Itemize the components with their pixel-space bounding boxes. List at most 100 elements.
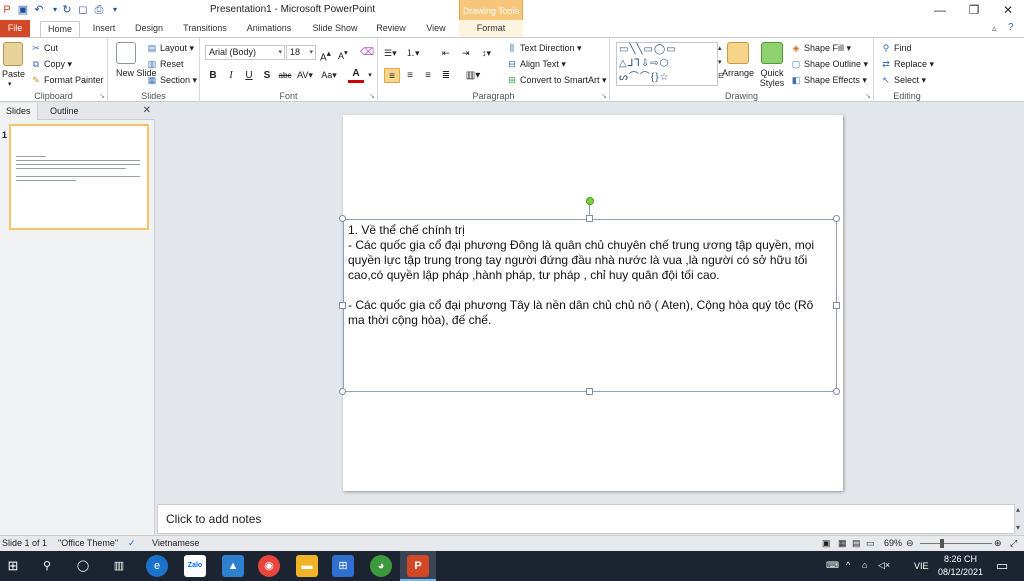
- reading-view-icon[interactable]: ▤: [852, 538, 861, 549]
- task-view-icon[interactable]: ◯: [72, 555, 94, 577]
- clipboard-launcher-icon[interactable]: ↘: [99, 92, 105, 100]
- spellcheck-icon[interactable]: ✓: [128, 538, 136, 549]
- close-icon[interactable]: ✕: [143, 105, 151, 116]
- bullets-icon[interactable]: ☰▾: [384, 46, 397, 60]
- chevron-up-icon[interactable]: ^: [846, 560, 850, 570]
- edge-browser-icon[interactable]: e: [146, 555, 168, 577]
- customize-qat-icon[interactable]: ▾: [108, 3, 122, 17]
- store-icon[interactable]: ⊞: [332, 555, 354, 577]
- zalo-icon[interactable]: Zalo: [184, 555, 206, 577]
- underline-icon[interactable]: U: [241, 68, 257, 83]
- language-status[interactable]: Vietnamese: [152, 538, 199, 548]
- rotation-handle[interactable]: [586, 197, 594, 205]
- cut-button[interactable]: ✂ Cut: [30, 41, 58, 55]
- tab-slide-show[interactable]: Slide Show: [305, 20, 365, 37]
- new-file-icon[interactable]: ◻: [76, 3, 90, 17]
- quick-styles-button[interactable]: Quick Styles: [758, 68, 786, 88]
- keyboard-icon[interactable]: ⌨: [826, 560, 839, 571]
- shape-fill-button[interactable]: ◈ Shape Fill ▾: [790, 41, 852, 55]
- resize-handle-bottom-right[interactable]: [833, 388, 840, 395]
- gallery-scroll-up-icon[interactable]: ▴: [718, 42, 722, 56]
- format-painter-button[interactable]: ✎ Format Painter: [30, 73, 103, 87]
- scroll-up-icon[interactable]: ▴: [1016, 505, 1020, 514]
- align-text-button[interactable]: ⊟ Align Text ▾: [506, 57, 566, 71]
- tab-animations[interactable]: Animations: [240, 20, 298, 37]
- notes-pane[interactable]: Click to add notes: [157, 504, 1015, 534]
- restore-icon[interactable]: ❐: [962, 2, 986, 18]
- notifications-icon[interactable]: ▭: [996, 558, 1008, 574]
- justify-icon[interactable]: ≣: [438, 68, 454, 83]
- italic-icon[interactable]: I: [223, 68, 239, 83]
- clock-time[interactable]: 8:26 CH: [944, 554, 977, 564]
- scroll-down-icon[interactable]: ▾: [1016, 523, 1020, 532]
- normal-view-icon[interactable]: ▣: [822, 538, 831, 549]
- file-explorer-icon[interactable]: ▬: [296, 555, 318, 577]
- zoom-out-icon[interactable]: ⊖: [906, 538, 914, 549]
- redo-icon[interactable]: ↻: [60, 3, 74, 17]
- text-direction-button[interactable]: ⫼ Text Direction ▾: [506, 41, 582, 55]
- paste-button[interactable]: Paste: [2, 69, 25, 79]
- select-button[interactable]: ↖ Select ▾: [880, 73, 926, 87]
- paste-dropdown-icon[interactable]: ▾: [8, 80, 12, 88]
- tab-review[interactable]: Review: [370, 20, 412, 37]
- resize-handle-bottom-left[interactable]: [339, 388, 346, 395]
- grow-font-icon[interactable]: A▴: [320, 46, 331, 63]
- zoom-slider[interactable]: [920, 543, 992, 544]
- coccoc-icon[interactable]: ◕: [370, 555, 392, 577]
- drawing-launcher-icon[interactable]: ↘: [865, 92, 871, 100]
- chrome-icon[interactable]: ◉: [258, 555, 280, 577]
- font-color-dropdown-icon[interactable]: ▾: [362, 68, 378, 83]
- shapes-gallery[interactable]: ▭╲╲▭◯▭ △⅃⅂⇩⇨⬡ ᔕ⌒⌒{}☆: [616, 42, 718, 86]
- widgets-icon[interactable]: ▥: [108, 555, 130, 577]
- powerpoint-icon[interactable]: P: [407, 555, 429, 577]
- minimize-ribbon-icon[interactable]: ▵: [992, 23, 997, 34]
- columns-icon[interactable]: ▥▾: [462, 68, 484, 83]
- resize-handle-bottom[interactable]: [586, 388, 593, 395]
- convert-smartart-button[interactable]: ⊞ Convert to SmartArt ▾: [506, 73, 606, 87]
- tab-file[interactable]: File: [0, 20, 30, 37]
- font-size-combo[interactable]: 18 ▾: [286, 45, 316, 60]
- volume-muted-icon[interactable]: ◁×: [878, 560, 890, 571]
- strikethrough-icon[interactable]: abc: [277, 68, 293, 83]
- line-spacing-icon[interactable]: ↕▾: [482, 46, 491, 60]
- align-left-icon[interactable]: ≡: [384, 68, 400, 83]
- numbering-icon[interactable]: ⒈▾: [406, 46, 420, 60]
- print-preview-icon[interactable]: ⎙: [92, 3, 106, 17]
- undo-icon[interactable]: ↶: [32, 3, 46, 17]
- character-spacing-icon[interactable]: AV▾: [297, 68, 313, 83]
- zoom-slider-thumb[interactable]: [940, 539, 944, 548]
- gallery-scroll-down-icon[interactable]: ▾: [718, 56, 722, 70]
- tab-transitions[interactable]: Transitions: [176, 20, 234, 37]
- minimize-icon[interactable]: —: [928, 2, 952, 18]
- slide-sorter-icon[interactable]: ▦: [838, 538, 847, 549]
- increase-indent-icon[interactable]: ⇥: [462, 46, 470, 60]
- resize-handle-top-left[interactable]: [339, 215, 346, 222]
- slide-thumbnail[interactable]: [9, 124, 149, 230]
- tab-outline[interactable]: Outline: [44, 103, 85, 120]
- copy-button[interactable]: ⧉ Copy ▾: [30, 57, 72, 71]
- resize-handle-right[interactable]: [833, 302, 840, 309]
- help-icon[interactable]: ?: [1008, 22, 1014, 33]
- slideshow-icon[interactable]: ▭: [866, 538, 875, 549]
- network-icon[interactable]: ⌂: [862, 560, 867, 570]
- section-button[interactable]: ▦ Section ▾: [146, 73, 197, 87]
- tab-insert[interactable]: Insert: [86, 20, 122, 37]
- tab-slides[interactable]: Slides: [0, 103, 38, 120]
- slide-text-content[interactable]: 1. Về thể chế chính trị - Các quốc gia c…: [348, 223, 830, 328]
- paragraph-launcher-icon[interactable]: ↘: [601, 92, 607, 100]
- new-slide-icon[interactable]: [116, 42, 136, 64]
- change-case-icon[interactable]: Aa▾: [321, 68, 337, 83]
- reset-button[interactable]: ▥ Reset: [146, 57, 184, 71]
- replace-button[interactable]: ⇄ Replace ▾: [880, 57, 934, 71]
- fit-slide-icon[interactable]: ⤢: [1010, 538, 1017, 549]
- layout-button[interactable]: ▤ Layout ▾: [146, 41, 194, 55]
- tab-format[interactable]: Format: [470, 20, 512, 37]
- tab-view[interactable]: View: [418, 20, 454, 37]
- quick-styles-icon[interactable]: [761, 42, 783, 64]
- resize-handle-left[interactable]: [339, 302, 346, 309]
- zoom-in-icon[interactable]: ⊕: [994, 538, 1002, 549]
- search-icon[interactable]: ⚲: [36, 555, 58, 577]
- arrange-icon[interactable]: [727, 42, 749, 64]
- shape-outline-button[interactable]: ▢ Shape Outline ▾: [790, 57, 868, 71]
- resize-handle-top[interactable]: [586, 215, 593, 222]
